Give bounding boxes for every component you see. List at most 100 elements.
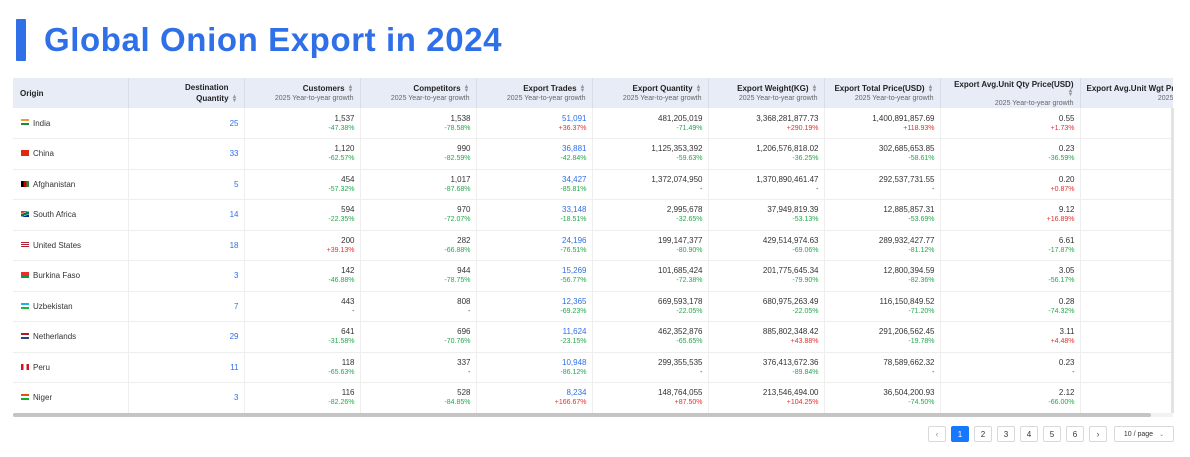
column-subheader: 2025 Year-to-year growth [994,99,1074,107]
weight-value: 201,775,645.34 [762,266,819,276]
growth-value: -65.65% [676,338,703,346]
flag-china-icon [21,150,29,157]
avg-wgt-price-cell [1080,352,1173,383]
column-header-avg-qty-price[interactable]: Export Avg.Unit Qty Price(USD) ▲ ▼ 2025 Ye… [940,78,1081,108]
trades-value[interactable]: 33,148 [482,204,586,215]
growth-value: -74.50% [908,399,935,407]
trades-value[interactable]: 34,427 [482,174,586,185]
page-button-3[interactable]: 3 [997,426,1015,442]
weight-value: 213,546,494.00 [762,388,819,398]
growth-value: -84.85% [444,399,471,407]
page-button-1[interactable]: 1 [951,426,969,442]
quantity-value: 1,125,353,392 [651,144,703,154]
competitors-value: 696 [457,327,471,337]
column-header-competitors[interactable]: Competitors ▲ ▼ 2025 Year-to-year growth [360,78,477,108]
table-row[interactable]: Niger 3 116 -82.26% 528 -84.85% 8,234 +166.67% 1… [13,382,1173,413]
sort-icon[interactable]: ▲ ▼ [348,84,354,94]
trades-cell: 33,148 -18.51% [476,199,593,230]
destination-quantity-link[interactable]: 14 [128,199,245,230]
sort-icon[interactable]: ▲ ▼ [464,84,470,94]
table-row[interactable]: India 25 1,537 -47.38% 1,538 -78.58% 51,091 +36… [13,108,1173,139]
competitors-cell: 944 -78.75% [360,260,477,291]
table-row[interactable]: Afghanistan 5 454 -57.32% 1,017 -87.68% 34,427… [13,169,1173,200]
page-size-select[interactable]: 10 / page ⌄ [1114,426,1174,442]
growth-value: -66.00% [1048,399,1075,407]
destination-quantity-link[interactable]: 18 [128,230,245,261]
avg-qty-price-value: 0.28 [1058,296,1075,306]
growth-value: -59.63% [676,155,703,163]
export-table-container[interactable]: Origin Destination Quantity ▲ ▼ Customers ▲… [13,78,1173,418]
quantity-value: 669,593,178 [658,296,703,306]
growth-value: -89.84% [792,368,819,376]
vertical-scrollbar[interactable] [1171,108,1174,413]
avg-qty-price-cell: 0.55 +1.73% [940,108,1081,139]
trades-value[interactable]: 12,365 [482,296,586,307]
table-row[interactable]: Netherlands 29 641 -31.58% 696 -70.76% 11,624-… [13,321,1173,352]
origin-name: United States [33,240,82,250]
destination-quantity-link[interactable]: 11 [128,352,245,383]
column-header-export-quantity[interactable]: Export Quantity ▲ ▼ 2025 Year-to-year grow… [592,78,709,108]
table-row[interactable]: Uzbekistan 7 443-808-12,365 -69.23% 669,593,… [13,291,1173,322]
avg-wgt-price-cell [1080,108,1173,139]
origin-cell: Netherlands [13,321,129,352]
growth-value: -78.58% [444,124,471,132]
origin-name: South Africa [33,210,77,220]
avg-wgt-price-cell [1080,230,1173,261]
competitors-cell: 282 -66.88% [360,230,477,261]
table-row[interactable]: China 33 1,120 -62.57% 990 -82.59% 36,881 -42.8… [13,138,1173,169]
trades-cell: 36,881 -42.84% [476,138,593,169]
prev-page-button[interactable]: ‹ [928,426,946,442]
table-row[interactable]: Burkina Faso 3 142 -46.88% 944 -78.75% 15,269-… [13,260,1173,291]
trades-value[interactable]: 24,196 [482,235,586,246]
column-header-destination[interactable]: Destination Quantity ▲ ▼ [128,78,245,108]
trades-value[interactable]: 10,948 [482,357,586,368]
origin-cell: India [13,108,129,139]
destination-quantity-link[interactable]: 29 [128,321,245,352]
table-row[interactable]: Peru 11 118 -65.63% 337-10,948 -86.12% 299,355… [13,352,1173,383]
customers-cell: 594 -22.35% [244,199,361,230]
page-button-4[interactable]: 4 [1020,426,1038,442]
trades-value[interactable]: 36,881 [482,143,586,154]
next-page-button[interactable]: › [1089,426,1107,442]
destination-quantity-link[interactable]: 7 [128,291,245,322]
total-price-cell: 36,504,200.93 -74.50% [824,382,941,413]
sort-icon[interactable]: ▲ ▼ [580,84,586,94]
weight-cell: 37,949,819.39 -53.13% [708,199,825,230]
trades-value[interactable]: 11,624 [482,326,587,337]
column-header-avg-wgt-price[interactable]: Export Avg.Unit Wgt Pri 2025 Year-to-yea… [1080,78,1173,108]
destination-quantity-link[interactable]: 5 [128,169,245,200]
sort-icon[interactable]: ▲ ▼ [696,84,702,94]
destination-quantity-link[interactable]: 25 [128,108,245,139]
column-header-export-weight[interactable]: Export Weight(KG) ▲ ▼ 2025 Year-to-year gr… [708,78,825,108]
growth-value: -82.26% [328,399,355,407]
customers-cell: 200 +39.13% [244,230,361,261]
flag-afghanistan-icon [21,180,29,187]
column-subheader: 2025 Year-to-year growth [506,95,586,102]
destination-quantity-link[interactable]: 33 [128,138,245,169]
growth-value: -18.51% [560,216,587,224]
sort-icon[interactable]: ▲ ▼ [1068,88,1074,98]
trades-value[interactable]: 8,234 [482,387,586,398]
column-header-customers[interactable]: Customers ▲ ▼ 2025 Year-to-year growth [244,78,361,108]
column-subheader: 2025 Year-to-year growth [738,95,818,102]
sort-icon[interactable]: ▲ ▼ [232,94,238,104]
trades-value[interactable]: 15,269 [482,265,586,276]
flag-netherlands-icon [21,333,29,340]
competitors-cell: 1,538 -78.58% [360,108,477,139]
table-row[interactable]: South Africa 14 594 -22.35% 970 -72.07% 33,148… [13,199,1173,230]
page-button-6[interactable]: 6 [1066,426,1084,442]
growth-value: -31.58% [328,338,355,346]
trades-value[interactable]: 51,091 [482,113,586,124]
destination-quantity-link[interactable]: 3 [128,382,245,413]
sort-icon[interactable]: ▲ ▼ [928,84,934,94]
quantity-cell: 481,205,019 -71.49% [592,108,709,139]
sort-icon[interactable]: ▲ ▼ [812,84,818,94]
origin-cell: South Africa [13,199,129,230]
column-header-export-total-price[interactable]: Export Total Price(USD) ▲ ▼ 2025 Year-to-y… [824,78,941,108]
column-header-export-trades[interactable]: Export Trades ▲ ▼ 2025 Year-to-year growth [476,78,593,108]
page-button-5[interactable]: 5 [1043,426,1061,442]
horizontal-scrollbar-thumb[interactable] [13,413,1151,417]
table-row[interactable]: United States 18 200 +39.13% 282 -66.88% 24,19… [13,230,1173,261]
page-button-2[interactable]: 2 [974,426,992,442]
destination-quantity-link[interactable]: 3 [128,260,245,291]
